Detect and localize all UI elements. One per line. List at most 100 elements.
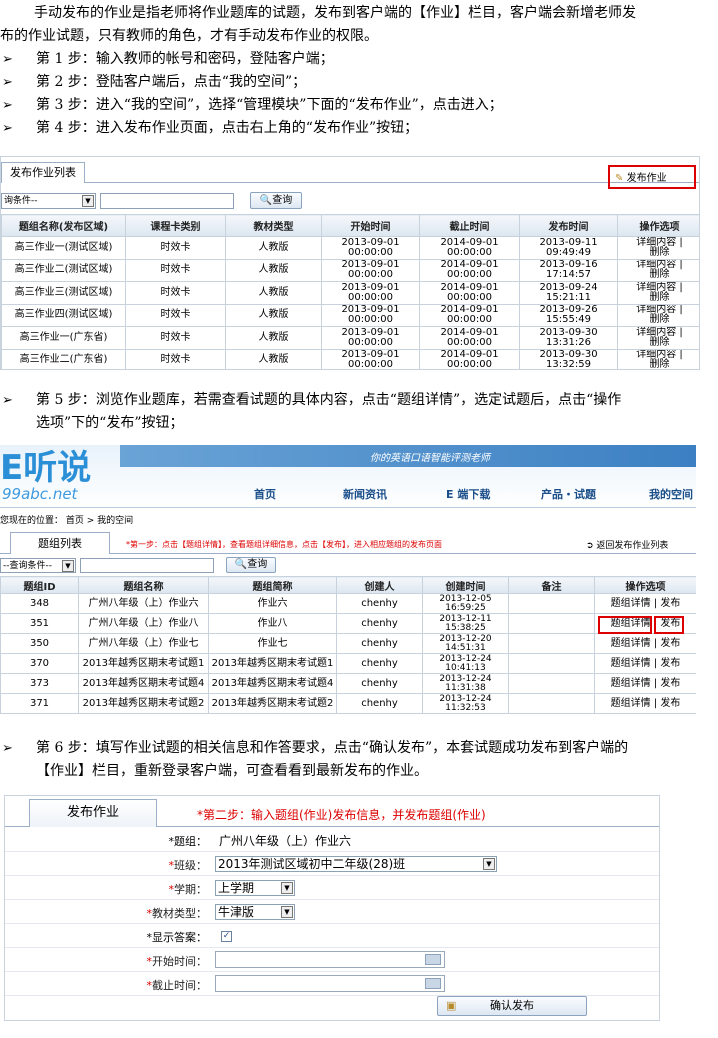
cell-text: 09:49:49 xyxy=(546,246,591,258)
delete-link: 删除 xyxy=(649,269,670,281)
arrow-icon: ➢ xyxy=(2,98,13,113)
query-input[interactable] xyxy=(100,193,234,209)
form-row: *教材类型： 牛津版 ▼ xyxy=(5,900,659,924)
nav-news[interactable]: 新闻资讯 xyxy=(343,486,387,502)
table-row: 351 广州八年级（上）作业八 作业八 chenhy 2013-12-11 15:38:2… xyxy=(0,613,696,634)
table-cell: chenhy xyxy=(336,653,423,674)
cell-text: 时效卡 xyxy=(160,286,191,298)
pencil-icon: ✎ xyxy=(615,173,624,184)
cell-text: 时效卡 xyxy=(160,331,191,343)
row-actions[interactable]: 题组详情 | 发布 xyxy=(594,593,696,614)
table-cell: 时效卡 xyxy=(125,348,226,369)
form-row: *学期： 上学期 ▼ xyxy=(5,876,659,900)
query-input[interactable] xyxy=(80,558,214,573)
step-6: ➢ 第 6 步：填写作业试题的相关信息和作答要求，点击“确认发布”，本套试题成功发… xyxy=(0,737,718,760)
step-3: ➢ 第 3 步：进入“我的空间”，选择“管理模块”下面的“发布作业”，点击进入； xyxy=(0,94,718,117)
form-label: *教材类型： xyxy=(146,907,208,920)
table-row: 371 2013年越秀区期末考试题2 2013年越秀区期末考试题2 chenhy 201… xyxy=(0,693,696,714)
breadcrumb: 您现在的位置： 首页 > 我的空间 xyxy=(0,516,134,526)
query-condition-select[interactable]: 询条件-- ▼ xyxy=(1,193,96,209)
cell-text: 348 xyxy=(29,597,50,609)
table-cell: 351 xyxy=(0,613,79,634)
cell-text: 00:00:00 xyxy=(348,269,393,281)
cell-text: 00:00:00 xyxy=(348,336,393,348)
row-actions[interactable]: 题组详情 | 发布 xyxy=(594,633,696,654)
cell-text: 人教版 xyxy=(258,309,289,321)
step-6-cont: 【作业】栏目，重新登录客户端，可查看看到最新发布的作业。 xyxy=(36,763,428,779)
cell-text: 2013年越秀区期末考试题1 xyxy=(211,657,334,669)
row-actions[interactable]: 详细内容 | 删除 xyxy=(617,281,699,305)
start-time-input[interactable] xyxy=(215,951,445,968)
cell-text: 350 xyxy=(29,637,50,649)
table-row: 高三作业四(测试区域) 时效卡 人教版 2013-09-01 00:00:00 2014-… xyxy=(1,303,699,327)
cell-text: 00:00:00 xyxy=(447,336,492,348)
cell-text: 题组详情 | 发布 xyxy=(610,597,681,609)
delete-link: 删除 xyxy=(649,336,670,348)
nav-products[interactable]: 产品・试题 xyxy=(541,486,596,502)
cell-text: 题组详情 | 发布 xyxy=(610,677,681,689)
tab-homework-list[interactable]: 发布作业列表 xyxy=(1,162,85,183)
end-time-input[interactable] xyxy=(215,975,445,992)
query-button[interactable]: 🔍查询 xyxy=(226,557,276,573)
cell-text: 00:00:00 xyxy=(447,359,492,370)
step-one-hint: *第一步：点击【题组详情】，查看题组详细信息，点击【发布】，进入相应题组的发布页… xyxy=(126,540,442,549)
table-cell: chenhy xyxy=(336,593,423,614)
calendar-icon[interactable] xyxy=(425,954,441,965)
step-4: ➢ 第 4 步：进入发布作业页面，点击右上角的“发布作业”按钮； xyxy=(0,117,718,140)
table-cell: 2013年越秀区期末考试题1 xyxy=(208,653,337,674)
cell-text: chenhy xyxy=(361,697,398,709)
chevron-down-icon: ▼ xyxy=(82,195,94,207)
table-cell: 2013年越秀区期末考试题1 xyxy=(78,653,209,674)
table-cell xyxy=(508,633,595,654)
cell-text: 351 xyxy=(29,617,50,629)
back-to-list-link[interactable]: ➲ 返回发布作业列表 xyxy=(586,538,668,551)
row-actions[interactable]: 题组详情 | 发布 xyxy=(594,673,696,694)
show-answer-checkbox[interactable]: ✓ xyxy=(221,931,232,942)
row-actions[interactable]: 详细内容 | 删除 xyxy=(617,258,699,282)
nav-home[interactable]: 首页 xyxy=(254,486,276,502)
cell-text: 时效卡 xyxy=(160,264,191,276)
intro-line-1: 手动发布的作业是指老师将作业题库的试题，发布到客户端的【作业】栏目，客户端会新增… xyxy=(34,5,636,21)
row-actions[interactable]: 题组详情 | 发布 xyxy=(594,653,696,674)
textbook-select[interactable]: 牛津版 ▼ xyxy=(215,904,295,920)
confirm-publish-button[interactable]: ▣ 确认发布 xyxy=(437,996,587,1016)
publish-form-screenshot: 发布作业 *第二步：输入题组(作业)发布信息，并发布题组(作业) *题组： 广州八… xyxy=(4,795,660,1021)
step-5: ➢ 第 5 步：浏览作业题库，若需查看试题的具体内容，点击“题组详情”，选定试题后… xyxy=(0,389,718,412)
intro-line-2: 布的作业试题，只有教师的角色，才有手动发布作业的权限。 xyxy=(0,28,378,44)
cell-text: 人教版 xyxy=(258,241,289,253)
table-cell: 2013-09-24 15:21:11 xyxy=(519,281,618,305)
cell-text: 高三作业三(测试区域) xyxy=(14,286,113,298)
table-cell: 人教版 xyxy=(225,326,322,350)
delete-link: 删除 xyxy=(649,314,670,326)
table-cell: 2013-09-26 15:55:49 xyxy=(519,303,618,327)
magnifier-icon: 🔍 xyxy=(234,559,248,570)
cell-text: 题组详情 | 发布 xyxy=(610,637,681,649)
table-cell: 2013-09-01 00:00:00 xyxy=(321,303,420,327)
query-condition-select[interactable]: --查询条件-- ▼ xyxy=(0,558,76,573)
query-button[interactable]: 🔍查询 xyxy=(250,192,302,209)
table-cell: chenhy xyxy=(336,693,423,714)
cell-text: 作业七 xyxy=(257,637,288,649)
table-cell: chenhy xyxy=(336,613,423,634)
row-actions[interactable]: 详细内容 | 删除 xyxy=(617,326,699,350)
cell-text: 00:00:00 xyxy=(447,314,492,326)
cell-text: 人教版 xyxy=(258,331,289,343)
class-select[interactable]: 2013年测试区域初中二年级(28)班 ▼ xyxy=(215,856,497,872)
tab-publish-homework[interactable]: 发布作业 xyxy=(29,799,157,827)
publish-homework-button[interactable]: ✎ 发布作业 xyxy=(615,169,667,184)
site-logo: E听说 xyxy=(0,448,92,488)
tab-question-group-list[interactable]: 题组列表 xyxy=(10,532,110,554)
table-cell: 广州八年级（上）作业六 xyxy=(78,593,209,614)
table-cell: 2013-09-01 00:00:00 xyxy=(321,281,420,305)
nav-download[interactable]: E 端下载 xyxy=(446,486,490,502)
cell-text: 2013年越秀区期末考试题4 xyxy=(211,677,334,689)
term-select[interactable]: 上学期 ▼ xyxy=(215,880,295,896)
row-actions[interactable]: 详细内容 | 删除 xyxy=(617,236,699,260)
nav-my-space[interactable]: 我的空间 xyxy=(649,486,693,502)
row-actions[interactable]: 题组详情 | 发布 xyxy=(594,693,696,714)
calendar-icon[interactable] xyxy=(425,978,441,989)
row-actions[interactable]: 详细内容 | 删除 xyxy=(617,303,699,327)
row-actions[interactable]: 详细内容 | 删除 xyxy=(617,348,699,369)
table-cell: 2013-09-01 00:00:00 xyxy=(321,258,420,282)
table-cell: 2013年越秀区期末考试题2 xyxy=(78,693,209,714)
